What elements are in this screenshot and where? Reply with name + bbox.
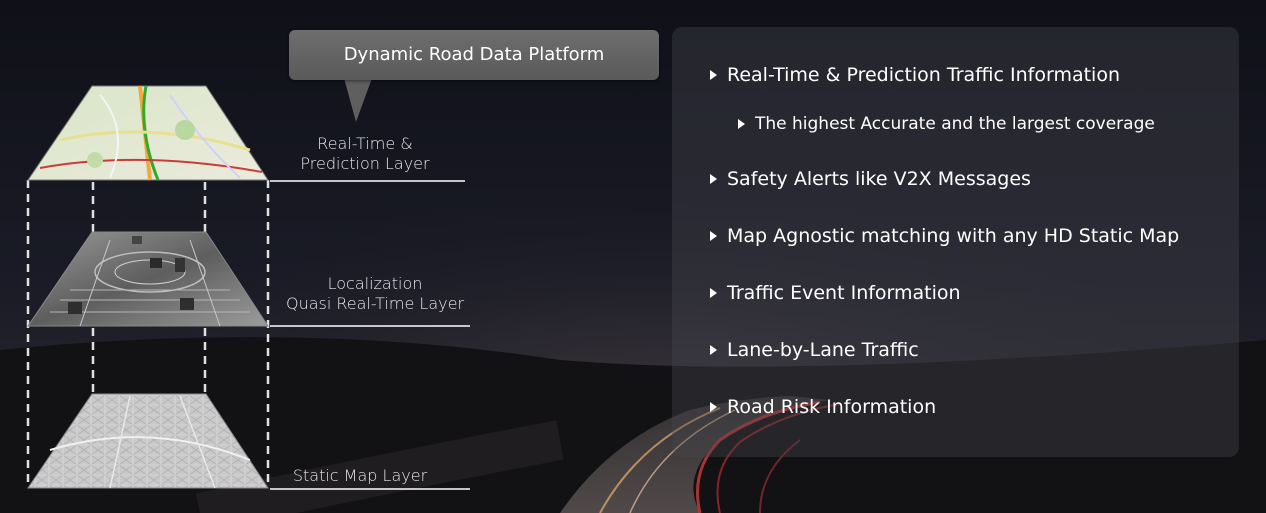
callout-title: Dynamic Road Data Platform xyxy=(343,44,605,65)
triangle-right-icon xyxy=(710,70,717,80)
triangle-right-icon xyxy=(710,288,717,298)
triangle-right-icon xyxy=(710,174,717,184)
layer-label-line: Localization xyxy=(327,274,423,293)
triangle-right-icon xyxy=(710,231,717,241)
callout-pointer xyxy=(344,78,372,122)
layer-label-realtime: Real-Time & Prediction Layer xyxy=(290,134,440,174)
feature-item: Safety Alerts like V2X Messages xyxy=(710,168,1031,190)
localization-layer-plane xyxy=(27,231,269,327)
layer-label-static: Static Map Layer xyxy=(285,466,435,486)
feature-text: Safety Alerts like V2X Messages xyxy=(727,168,1031,190)
static-map-layer-plane xyxy=(27,393,269,489)
layer-label-line: Real-Time & xyxy=(317,134,413,153)
feature-item: Lane-by-Lane Traffic xyxy=(710,339,919,361)
feature-text: Map Agnostic matching with any HD Static… xyxy=(727,225,1180,247)
feature-subitem: The highest Accurate and the largest cov… xyxy=(738,114,1155,134)
feature-item: Traffic Event Information xyxy=(710,282,961,304)
triangle-right-icon xyxy=(738,119,745,129)
layer-label-line: Quasi Real-Time Layer xyxy=(285,294,465,313)
realtime-layer-plane xyxy=(27,85,269,181)
feature-item: Road Risk Information xyxy=(710,396,936,418)
layer-label-line: Prediction Layer xyxy=(300,154,430,173)
feature-text: Traffic Event Information xyxy=(727,282,961,304)
layer-label-line: Static Map Layer xyxy=(292,466,428,485)
feature-item: Map Agnostic matching with any HD Static… xyxy=(710,225,1179,247)
feature-text: The highest Accurate and the largest cov… xyxy=(755,114,1155,134)
triangle-right-icon xyxy=(710,345,717,355)
triangle-right-icon xyxy=(710,402,717,412)
feature-item: Real-Time & Prediction Traffic Informati… xyxy=(710,64,1120,86)
layer-label-localization: Localization Quasi Real-Time Layer xyxy=(280,274,470,314)
platform-callout: Dynamic Road Data Platform xyxy=(289,30,659,80)
feature-text: Road Risk Information xyxy=(727,396,937,418)
label-underlines xyxy=(270,180,470,490)
feature-text: Lane-by-Lane Traffic xyxy=(727,339,919,361)
feature-text: Real-Time & Prediction Traffic Informati… xyxy=(727,64,1120,86)
